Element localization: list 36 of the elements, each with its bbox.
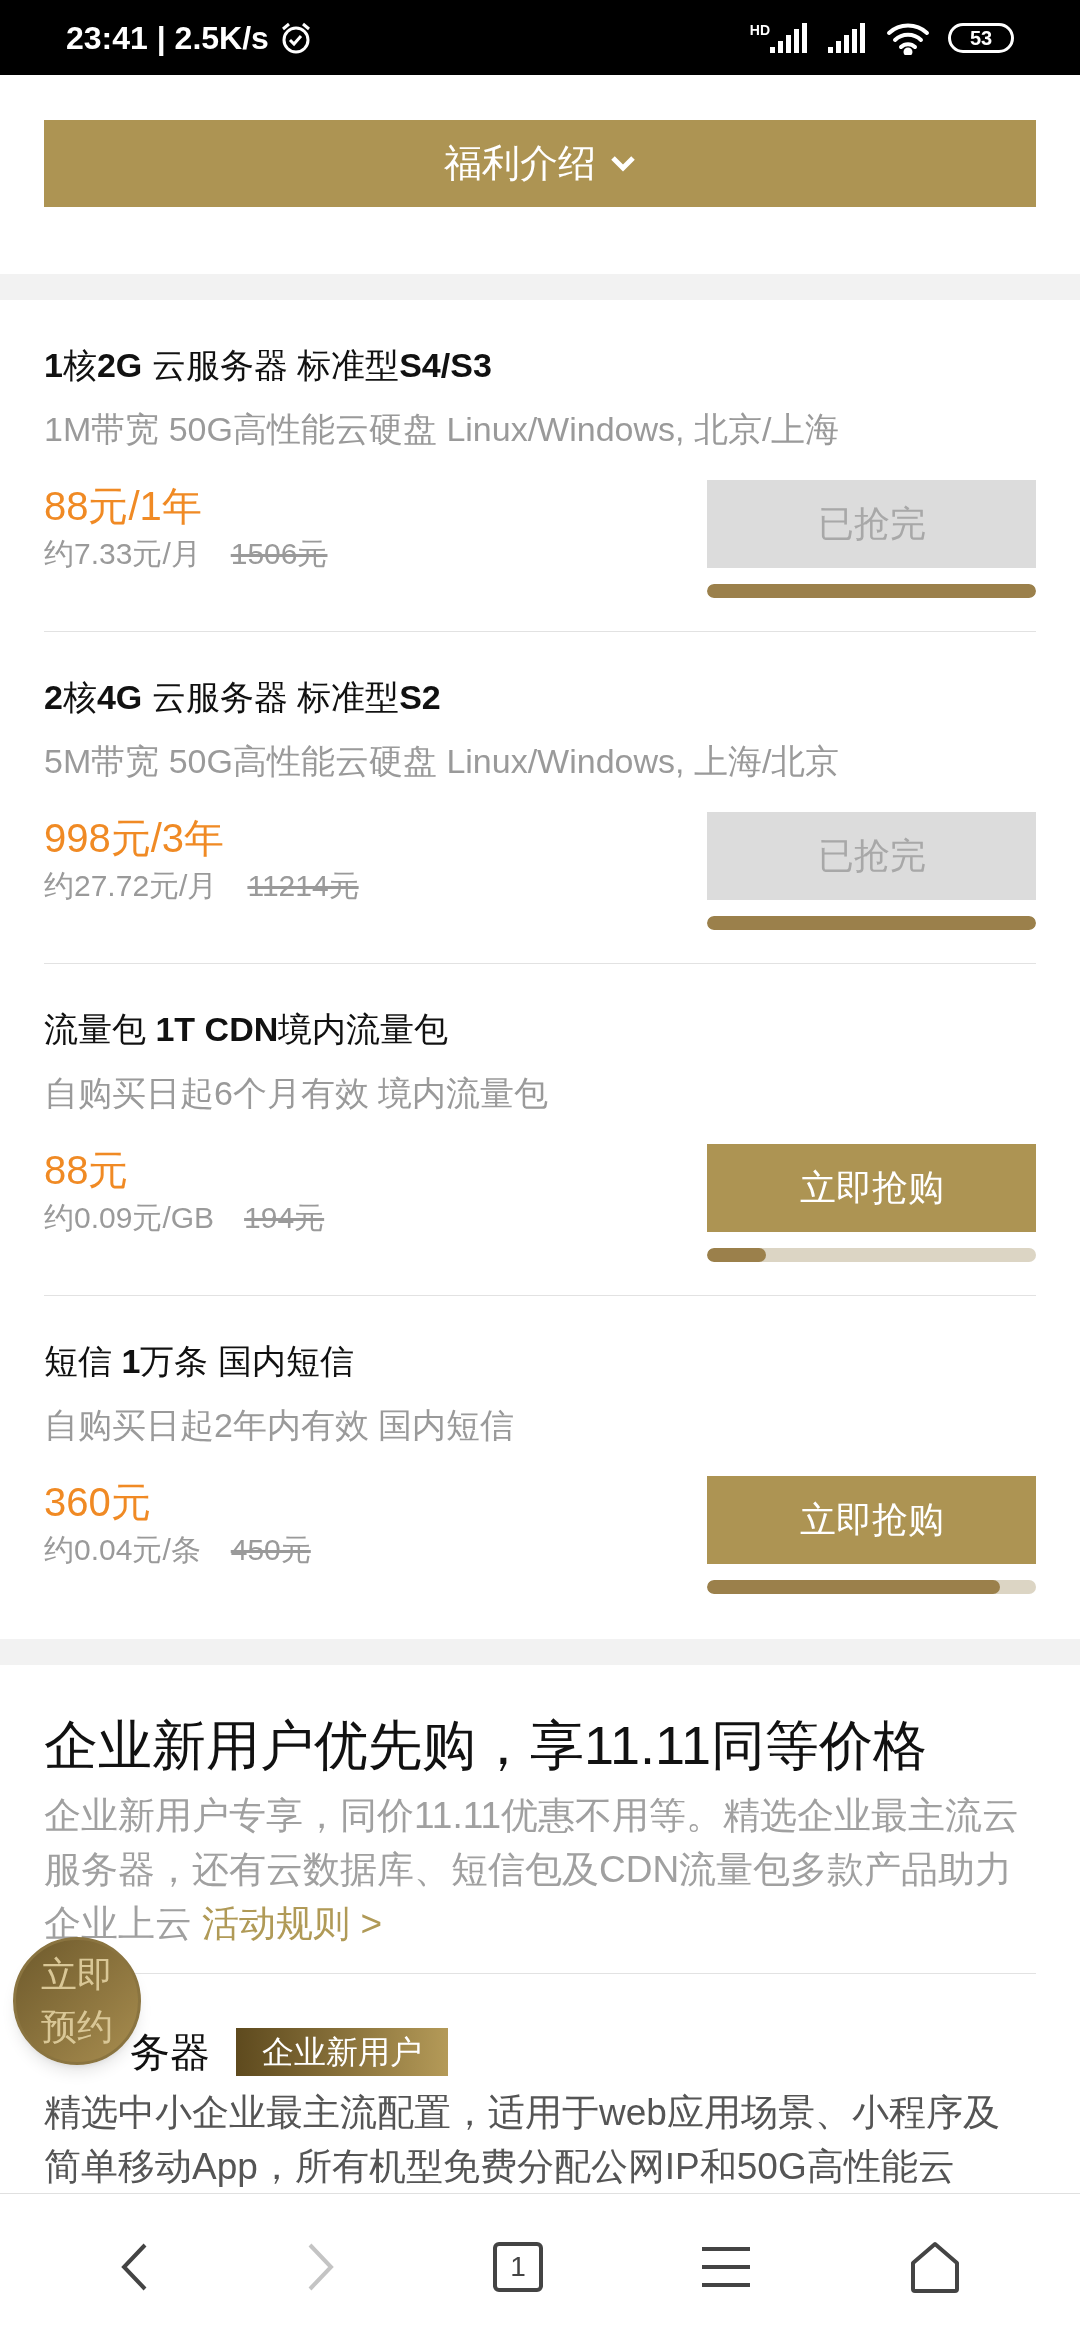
signal-icon (828, 22, 868, 53)
tabs-button[interactable]: 1 (492, 2242, 543, 2292)
product-price: 88元/1年 (44, 483, 203, 530)
product-title: 短信 1万条 国内短信 (44, 1341, 355, 1382)
product-description: 精选中小企业最主流配置，适用于web应用场景、小程序及简单移动App，所有机型免费分配公网IP和50G高性能云 (44, 2091, 1001, 2189)
section-heading: 企业新用户优先购，享11.11同等价格 (44, 1714, 929, 1777)
product-price: 88元 (44, 1147, 130, 1194)
product-title: 2核4G 云服务器 标准型S2 (44, 677, 442, 718)
product-description: 自购买日起2年内有效 国内短信 (44, 1405, 516, 1446)
product-price: 360元 (44, 1479, 152, 1526)
battery-indicator: 53 (948, 22, 1014, 53)
unit-price: 约27.72元/月 (44, 868, 218, 904)
product-description: 1M带宽 50G高性能云硬盘 Linux/Windows, 北京/上海 (44, 409, 841, 450)
product-description: 自购买日起6个月有效 境内流量包 (44, 1073, 550, 1114)
buy-button[interactable]: 立即抢购 (707, 1476, 1036, 1564)
product-description: 5M带宽 50G高性能云硬盘 Linux/Windows, 上海/北京 (44, 741, 841, 782)
chevron-down-icon (610, 154, 636, 173)
product-price: 998元/3年 (44, 815, 226, 862)
product-title: 1核2G 云服务器 标准型S4/S3 (44, 345, 493, 386)
original-price: 450元 (230, 1532, 311, 1568)
unit-price: 约7.33元/月 (44, 536, 201, 572)
original-price: 194元 (244, 1200, 325, 1236)
product-title: 流量包 1T CDN境内流量包 (44, 1009, 450, 1050)
original-price: 1506元 (230, 536, 328, 572)
unit-price: 约0.09元/GB (44, 1200, 215, 1236)
benefits-button[interactable]: 福利介绍 (44, 120, 1036, 207)
rules-link[interactable]: 活动规则 > (202, 1903, 383, 1944)
hd-label: HD (749, 22, 770, 37)
signal-icon (770, 22, 810, 53)
original-price: 11214元 (247, 868, 359, 904)
menu-icon[interactable] (700, 2245, 753, 2289)
home-icon[interactable] (909, 2241, 962, 2293)
buy-button[interactable]: 立即抢购 (707, 1144, 1036, 1232)
unit-price: 约0.04元/条 (44, 1532, 201, 1568)
enterprise-tag: 企业新用户 (236, 2028, 448, 2076)
status-time: 23:41 | 2.5K/s (66, 18, 269, 58)
